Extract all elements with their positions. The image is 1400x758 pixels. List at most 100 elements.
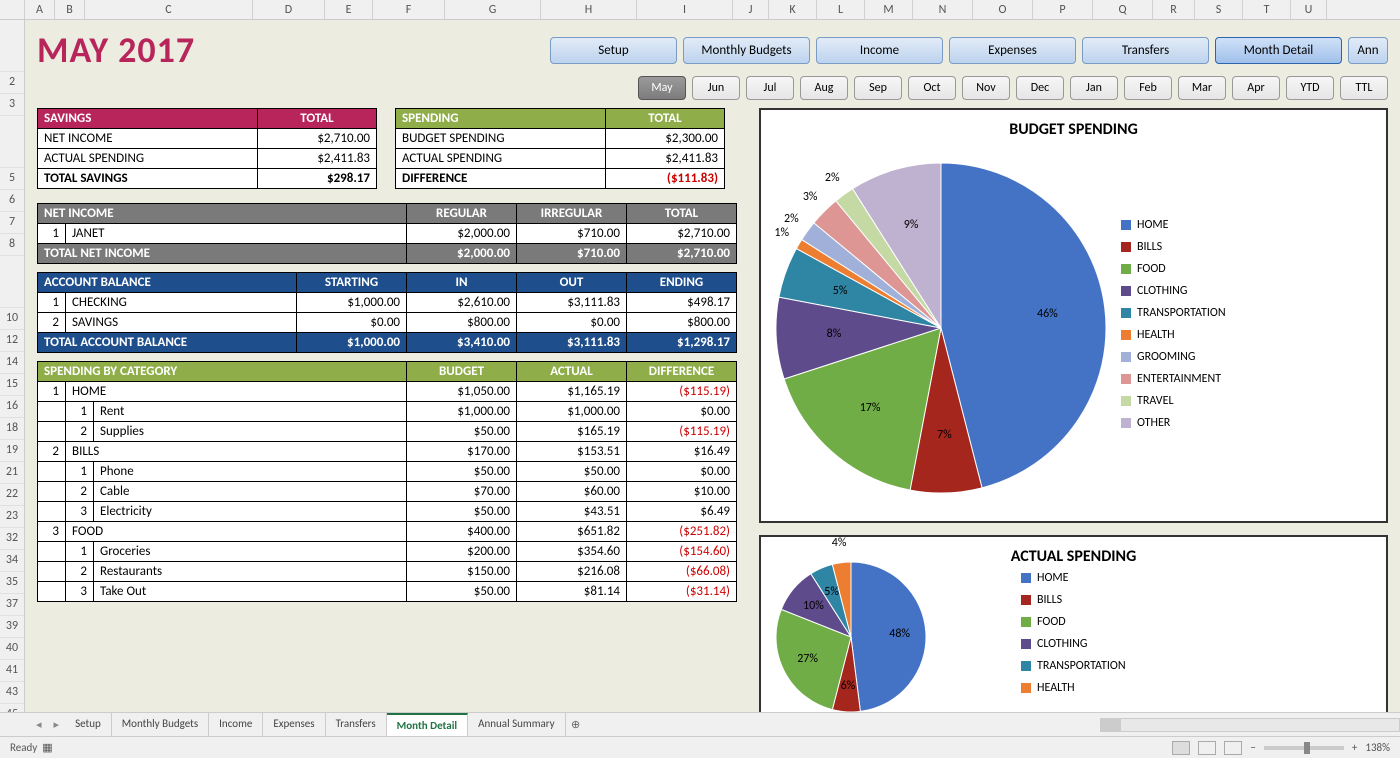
sheet-tab-annual-summary[interactable]: Annual Summary bbox=[468, 713, 566, 736]
month-oct-button[interactable]: Oct bbox=[908, 76, 956, 100]
sheet-tab-month-detail[interactable]: Month Detail bbox=[387, 713, 468, 736]
row-header[interactable]: 5 bbox=[0, 168, 24, 190]
col-header[interactable]: L bbox=[817, 0, 865, 19]
legend-item: HEALTH bbox=[1021, 681, 1376, 695]
month-sep-button[interactable]: Sep bbox=[854, 76, 902, 100]
row-header[interactable]: 15 bbox=[0, 374, 24, 396]
legend-item: CLOTHING bbox=[1021, 637, 1376, 651]
month-ttl-button[interactable]: TTL bbox=[1340, 76, 1388, 100]
month-may-button[interactable]: May bbox=[638, 76, 686, 100]
month-feb-button[interactable]: Feb bbox=[1124, 76, 1172, 100]
month-jun-button[interactable]: Jun bbox=[692, 76, 740, 100]
row-header[interactable]: 23 bbox=[0, 506, 24, 528]
month-ytd-button[interactable]: YTD bbox=[1286, 76, 1334, 100]
col-header[interactable]: U bbox=[1291, 0, 1327, 19]
row-header[interactable]: 43 bbox=[0, 682, 24, 704]
horizontal-scrollbar[interactable] bbox=[1100, 718, 1400, 732]
row-header[interactable]: 16 bbox=[0, 396, 24, 418]
col-header[interactable]: A bbox=[25, 0, 55, 19]
month-aug-button[interactable]: Aug bbox=[800, 76, 848, 100]
add-sheet-button[interactable]: ⊕ bbox=[566, 718, 586, 731]
row-header[interactable]: 14 bbox=[0, 352, 24, 374]
record-macro-icon[interactable]: ▦ bbox=[42, 741, 52, 754]
net-income-table: NET INCOMEREGULARIRREGULARTOTAL 1JANET$2… bbox=[37, 203, 737, 264]
nav-setup-button[interactable]: Setup bbox=[550, 37, 677, 64]
month-nov-button[interactable]: Nov bbox=[962, 76, 1010, 100]
row-header[interactable]: 19 bbox=[0, 440, 24, 462]
row-header[interactable]: 21 bbox=[0, 462, 24, 484]
month-apr-button[interactable]: Apr bbox=[1232, 76, 1280, 100]
col-header[interactable]: Q bbox=[1093, 0, 1153, 19]
nav-ann-button[interactable]: Ann bbox=[1348, 37, 1388, 64]
col-header[interactable]: M bbox=[865, 0, 913, 19]
col-header[interactable]: H bbox=[541, 0, 637, 19]
nav-monthly-budgets-button[interactable]: Monthly Budgets bbox=[683, 37, 810, 64]
col-header[interactable]: O bbox=[973, 0, 1033, 19]
legend-item: ENTERTAINMENT bbox=[1121, 372, 1376, 386]
column-headers: ABCDEFGHIJKLMNOPQRSTU bbox=[0, 0, 1400, 20]
month-jul-button[interactable]: Jul bbox=[746, 76, 794, 100]
row-header[interactable]: 18 bbox=[0, 418, 24, 440]
sheet-tab-monthly-budgets[interactable]: Monthly Budgets bbox=[112, 713, 209, 736]
sheet-tab-expenses[interactable]: Expenses bbox=[263, 713, 325, 736]
col-header[interactable]: K bbox=[769, 0, 817, 19]
col-header[interactable]: F bbox=[373, 0, 445, 19]
zoom-in-button[interactable]: + bbox=[1352, 741, 1357, 754]
tab-scroll-left-icon[interactable]: ◂ bbox=[30, 718, 48, 731]
row-header[interactable]: 35 bbox=[0, 572, 24, 594]
row-header[interactable]: 7 bbox=[0, 212, 24, 234]
zoom-out-button[interactable]: − bbox=[1250, 741, 1255, 754]
row-header[interactable]: 12 bbox=[0, 330, 24, 352]
row-header[interactable] bbox=[0, 256, 24, 308]
view-normal-icon[interactable] bbox=[1172, 741, 1190, 755]
month-mar-button[interactable]: Mar bbox=[1178, 76, 1226, 100]
zoom-level[interactable]: 138% bbox=[1365, 741, 1390, 754]
legend-item: FOOD bbox=[1121, 262, 1376, 276]
row-header[interactable] bbox=[0, 116, 24, 168]
col-header[interactable]: T bbox=[1243, 0, 1291, 19]
view-pagebreak-icon[interactable] bbox=[1224, 741, 1242, 755]
month-dec-button[interactable]: Dec bbox=[1016, 76, 1064, 100]
row-header[interactable]: 8 bbox=[0, 234, 24, 256]
col-header[interactable]: J bbox=[733, 0, 769, 19]
col-header[interactable]: G bbox=[445, 0, 541, 19]
sheet-tab-transfers[interactable]: Transfers bbox=[326, 713, 387, 736]
col-header[interactable]: S bbox=[1195, 0, 1243, 19]
col-header[interactable]: B bbox=[55, 0, 85, 19]
row-header[interactable]: 10 bbox=[0, 308, 24, 330]
row-header[interactable]: 41 bbox=[0, 660, 24, 682]
col-header[interactable]: P bbox=[1033, 0, 1093, 19]
nav-expenses-button[interactable]: Expenses bbox=[949, 37, 1076, 64]
legend-item: BILLS bbox=[1021, 593, 1376, 607]
nav-transfers-button[interactable]: Transfers bbox=[1082, 37, 1209, 64]
nav-income-button[interactable]: Income bbox=[816, 37, 943, 64]
row-header[interactable]: 34 bbox=[0, 550, 24, 572]
legend-item: TRANSPORTATION bbox=[1121, 306, 1376, 320]
row-header[interactable]: 3 bbox=[0, 94, 24, 116]
zoom-slider[interactable] bbox=[1264, 746, 1344, 750]
tab-scroll-right-icon[interactable]: ▸ bbox=[48, 718, 66, 731]
col-header[interactable]: C bbox=[85, 0, 253, 19]
row-header[interactable]: 39 bbox=[0, 616, 24, 638]
sheet-tab-income[interactable]: Income bbox=[209, 713, 263, 736]
row-header[interactable]: 40 bbox=[0, 638, 24, 660]
view-pagelayout-icon[interactable] bbox=[1198, 741, 1216, 755]
row-header[interactable]: 22 bbox=[0, 484, 24, 506]
row-header[interactable]: 32 bbox=[0, 528, 24, 550]
col-header[interactable]: E bbox=[325, 0, 373, 19]
col-header[interactable]: N bbox=[913, 0, 973, 19]
pie-slice-label: 8% bbox=[827, 327, 842, 341]
nav-month-detail-button[interactable]: Month Detail bbox=[1215, 37, 1342, 64]
col-header[interactable]: D bbox=[253, 0, 325, 19]
sheet-tab-setup[interactable]: Setup bbox=[65, 713, 112, 736]
row-header[interactable]: 45 bbox=[0, 704, 24, 712]
col-header[interactable]: I bbox=[637, 0, 733, 19]
col-header[interactable]: R bbox=[1153, 0, 1195, 19]
row-header[interactable]: 37 bbox=[0, 594, 24, 616]
month-jan-button[interactable]: Jan bbox=[1070, 76, 1118, 100]
pie-slice-label: 1% bbox=[774, 226, 789, 240]
row-header[interactable]: 2 bbox=[0, 72, 24, 94]
savings-table: SAVINGSTOTAL NET INCOME$2,710.00 ACTUAL … bbox=[37, 108, 377, 189]
row-header[interactable] bbox=[0, 20, 24, 72]
row-header[interactable]: 6 bbox=[0, 190, 24, 212]
